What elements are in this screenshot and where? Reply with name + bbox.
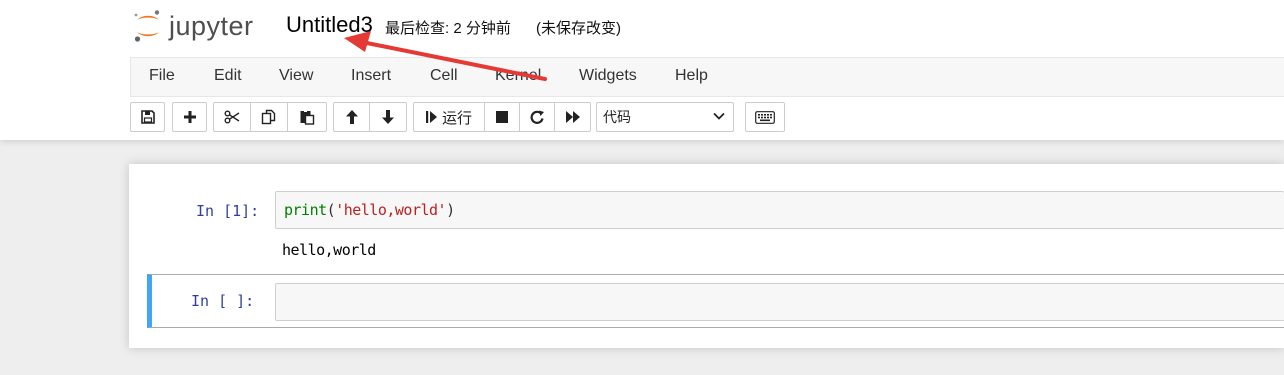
code-open-paren: ( bbox=[326, 201, 336, 219]
input-prompt: In [1]: bbox=[196, 202, 260, 220]
cell-type-value: 代码 bbox=[603, 109, 631, 125]
input-prompt: In [ ]: bbox=[191, 292, 255, 310]
notebook-container: In [1]: print('hello,world') hello,world… bbox=[129, 164, 1284, 348]
interrupt-kernel-button[interactable] bbox=[484, 102, 520, 132]
menu-insert[interactable]: Insert bbox=[351, 67, 391, 85]
menu-kernel[interactable]: Kernel bbox=[495, 67, 541, 85]
move-down-button[interactable] bbox=[369, 102, 407, 132]
menubar: File Edit View Insert Cell Kernel Widget… bbox=[130, 57, 1284, 97]
restart-kernel-button[interactable] bbox=[519, 102, 555, 132]
menu-widgets[interactable]: Widgets bbox=[579, 67, 637, 85]
paste-icon bbox=[300, 110, 315, 125]
command-palette-button[interactable] bbox=[745, 102, 785, 132]
code-line: print('hello,world') bbox=[284, 201, 455, 219]
keyboard-icon bbox=[755, 110, 775, 124]
jupyter-logo[interactable]: jupyter bbox=[133, 8, 273, 46]
cell-type-select[interactable]: 代码 bbox=[596, 102, 734, 132]
top-bar: jupyter Untitled3 最后检查: 2 分钟前 (未保存改变) bbox=[0, 0, 1284, 56]
autosave-status: (未保存改变) bbox=[536, 20, 621, 37]
code-cell-2-selected[interactable]: In [ ]: bbox=[147, 274, 1284, 328]
redo-icon bbox=[530, 110, 544, 124]
jupyter-logo-text: jupyter bbox=[169, 11, 254, 41]
menu-help[interactable]: Help bbox=[675, 67, 708, 85]
cut-button[interactable] bbox=[213, 102, 251, 132]
menu-cell[interactable]: Cell bbox=[430, 67, 458, 85]
code-input-area[interactable]: print('hello,world') bbox=[275, 191, 1284, 229]
save-icon bbox=[140, 110, 155, 124]
toolbar: 运行 代码 bbox=[0, 102, 1284, 134]
save-button[interactable] bbox=[130, 102, 165, 132]
chevron-down-icon bbox=[713, 112, 725, 120]
notebook-header: jupyter Untitled3 最后检查: 2 分钟前 (未保存改变) Fi… bbox=[0, 0, 1284, 140]
code-string: 'hello,world' bbox=[335, 201, 447, 219]
copy-icon bbox=[261, 109, 276, 125]
code-input-area[interactable] bbox=[275, 283, 1284, 321]
jupyter-logo-icon bbox=[134, 10, 160, 42]
paste-button[interactable] bbox=[287, 102, 327, 132]
menu-file[interactable]: File bbox=[149, 67, 175, 85]
fast-forward-icon bbox=[565, 111, 580, 123]
code-builtin: print bbox=[284, 201, 327, 219]
arrow-up-icon bbox=[345, 110, 358, 124]
menu-edit[interactable]: Edit bbox=[214, 67, 242, 85]
restart-run-all-button[interactable] bbox=[554, 102, 591, 132]
menu-view[interactable]: View bbox=[279, 67, 313, 85]
plus-icon bbox=[183, 111, 196, 123]
cell-output: hello,world bbox=[282, 241, 376, 259]
notebook-title[interactable]: Untitled3 bbox=[286, 12, 373, 38]
scissors-icon bbox=[224, 110, 240, 124]
run-button-label: 运行 bbox=[441, 109, 472, 127]
step-forward-icon bbox=[425, 111, 437, 123]
copy-button[interactable] bbox=[250, 102, 288, 132]
checkpoint-status: 最后检查: 2 分钟前 bbox=[385, 20, 511, 37]
stop-icon bbox=[496, 111, 508, 123]
arrow-down-icon bbox=[382, 110, 394, 124]
insert-cell-button[interactable] bbox=[172, 102, 207, 132]
code-close-paren: ) bbox=[446, 201, 455, 219]
move-up-button[interactable] bbox=[333, 102, 370, 132]
run-button[interactable]: 运行 bbox=[413, 102, 485, 132]
